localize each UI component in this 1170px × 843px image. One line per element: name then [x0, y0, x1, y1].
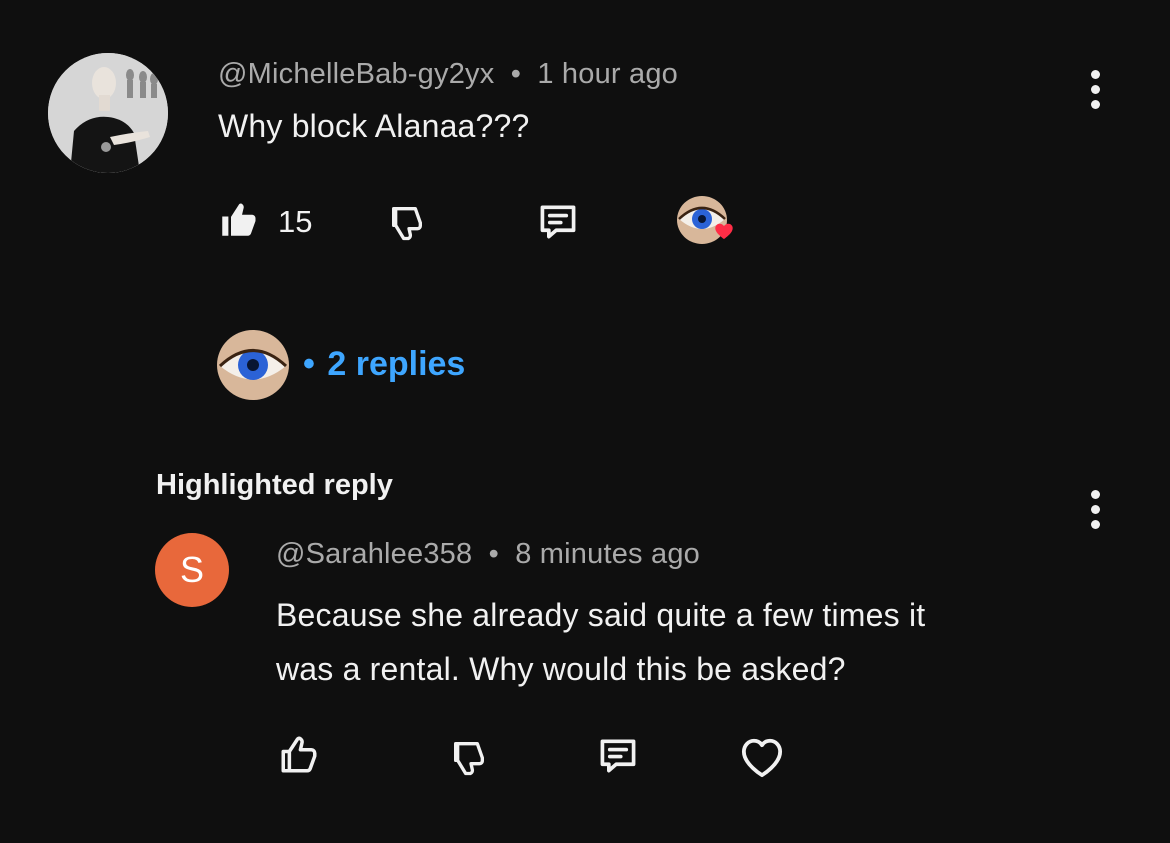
comment-more-button[interactable] [1088, 70, 1102, 109]
more-dot [1090, 70, 1100, 79]
more-dot [1090, 85, 1100, 94]
like-button[interactable] [216, 198, 260, 242]
heart-outline-icon [741, 738, 783, 778]
comment-timestamp[interactable]: 1 hour ago [537, 58, 678, 90]
more-dot [1090, 505, 1100, 514]
reply-meta: @Sarahlee358 • 8 minutes ago [276, 538, 700, 571]
reply-button[interactable] [535, 200, 581, 244]
creator-heart-icon [677, 196, 733, 244]
more-dot [1090, 100, 1100, 109]
like-count: 15 [278, 204, 313, 239]
replier-avatar[interactable] [216, 329, 290, 401]
avatar-photo [48, 53, 168, 173]
dislike-button[interactable] [385, 200, 429, 244]
thumbs-down-icon [392, 207, 422, 241]
reply-timestamp[interactable]: 8 minutes ago [515, 538, 700, 570]
reply-text-line: was a rental. Why would this be asked? [276, 651, 846, 687]
reply-like-button[interactable] [276, 732, 322, 778]
reply-reply-button[interactable] [594, 733, 642, 779]
creator-heart-badge[interactable] [676, 195, 742, 251]
reply-author[interactable]: @Sarahlee358 [276, 538, 472, 570]
meta-separator: • [510, 58, 522, 90]
comment-author[interactable]: @MichelleBab-gy2yx [218, 58, 494, 90]
reply-text: Because she already said quite a few tim… [276, 588, 925, 696]
reply-author-avatar[interactable]: S [155, 533, 229, 607]
comment-icon [540, 205, 576, 239]
eye-avatar-image [217, 330, 289, 400]
comment-icon [600, 739, 636, 773]
thumbs-up-filled-icon [222, 203, 256, 236]
highlighted-reply-heading: Highlighted reply [156, 469, 393, 501]
commenter-avatar[interactable] [48, 53, 168, 173]
reply-more-button[interactable] [1088, 490, 1102, 529]
more-dot [1090, 490, 1100, 499]
meta-separator: • [488, 538, 499, 570]
thumbs-down-icon [454, 742, 484, 776]
reply-text-line: Because she already said quite a few tim… [276, 597, 926, 633]
replies-row: • 2 replies [303, 345, 465, 384]
comment-meta: @MichelleBab-gy2yx • 1 hour ago [218, 58, 678, 91]
view-replies-button[interactable]: 2 replies [327, 345, 465, 383]
thumbs-up-outline-icon [281, 736, 317, 773]
more-dot [1090, 520, 1100, 529]
reply-dislike-button[interactable] [446, 734, 492, 780]
comment-text: Why block Alanaa??? [218, 108, 530, 144]
heart-button[interactable] [738, 734, 786, 780]
replies-separator: • [303, 345, 315, 383]
